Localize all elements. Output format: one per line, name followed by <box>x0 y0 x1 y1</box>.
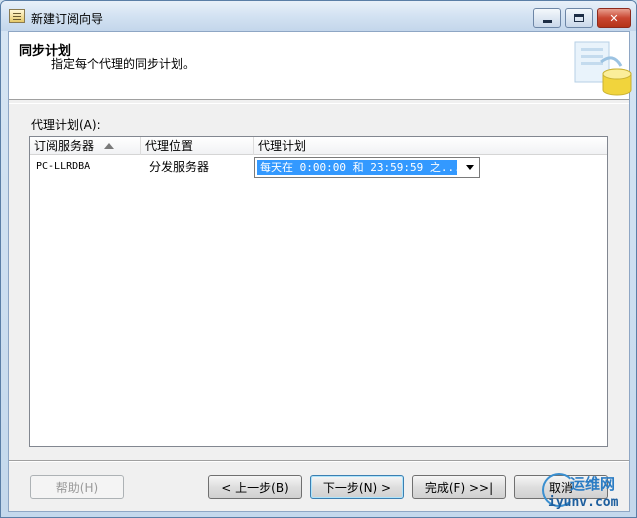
title-bar[interactable]: 新建订阅向导 ✕ <box>1 1 636 31</box>
grid-header: 订阅服务器 代理位置 代理计划 <box>30 137 607 155</box>
back-button[interactable]: < 上一步(B) <box>208 475 302 499</box>
close-button[interactable]: ✕ <box>597 8 631 28</box>
watermark-text-top: 运维网 <box>570 475 616 493</box>
column-header-schedule[interactable]: 代理计划 <box>254 137 481 155</box>
wizard-window: 新建订阅向导 ✕ 同步计划 指定每个代理的同步计划。 代理计划(A): 订阅服务… <box>0 0 637 518</box>
header-separator <box>9 103 629 104</box>
chevron-down-icon[interactable] <box>461 158 479 177</box>
cell-subscriber: PC-LLRDBA <box>36 161 91 172</box>
column-header-subscriber[interactable]: 订阅服务器 <box>30 137 141 155</box>
watermark-text-bottom: iyunv.com <box>548 495 619 510</box>
cell-location: 分发服务器 <box>149 160 210 174</box>
finish-button[interactable]: 完成(F) >>| <box>412 475 506 499</box>
window-title: 新建订阅向导 <box>31 12 104 26</box>
close-icon: ✕ <box>609 11 619 25</box>
maximize-icon <box>574 14 584 22</box>
watermark-logo: 运维网 iyunv.com <box>534 471 636 517</box>
maximize-button[interactable] <box>565 8 593 28</box>
wizard-client-area: 同步计划 指定每个代理的同步计划。 代理计划(A): 订阅服务器 代理位置 代理… <box>8 31 632 512</box>
sort-ascending-icon <box>104 143 114 149</box>
next-button[interactable]: 下一步(N) > <box>310 475 404 499</box>
agent-schedule-label: 代理计划(A): <box>31 118 101 132</box>
column-header-location[interactable]: 代理位置 <box>141 137 254 155</box>
wizard-app-icon <box>9 9 25 23</box>
minimize-icon <box>542 19 552 23</box>
database-sync-icon <box>574 41 632 96</box>
help-button[interactable]: 帮助(H) <box>30 475 124 499</box>
agent-schedule-grid[interactable]: 订阅服务器 代理位置 代理计划 PC-LLRDBA 分发服务器 每天在 0:00… <box>29 136 608 447</box>
schedule-dropdown-value: 每天在 0:00:00 和 23:59:59 之... <box>257 160 457 175</box>
wizard-header: 同步计划 指定每个代理的同步计划。 <box>9 32 632 100</box>
schedule-dropdown[interactable]: 每天在 0:00:00 和 23:59:59 之... <box>254 157 480 178</box>
footer-separator <box>9 460 629 462</box>
page-subtitle: 指定每个代理的同步计划。 <box>51 57 196 71</box>
minimize-button[interactable] <box>533 8 561 28</box>
